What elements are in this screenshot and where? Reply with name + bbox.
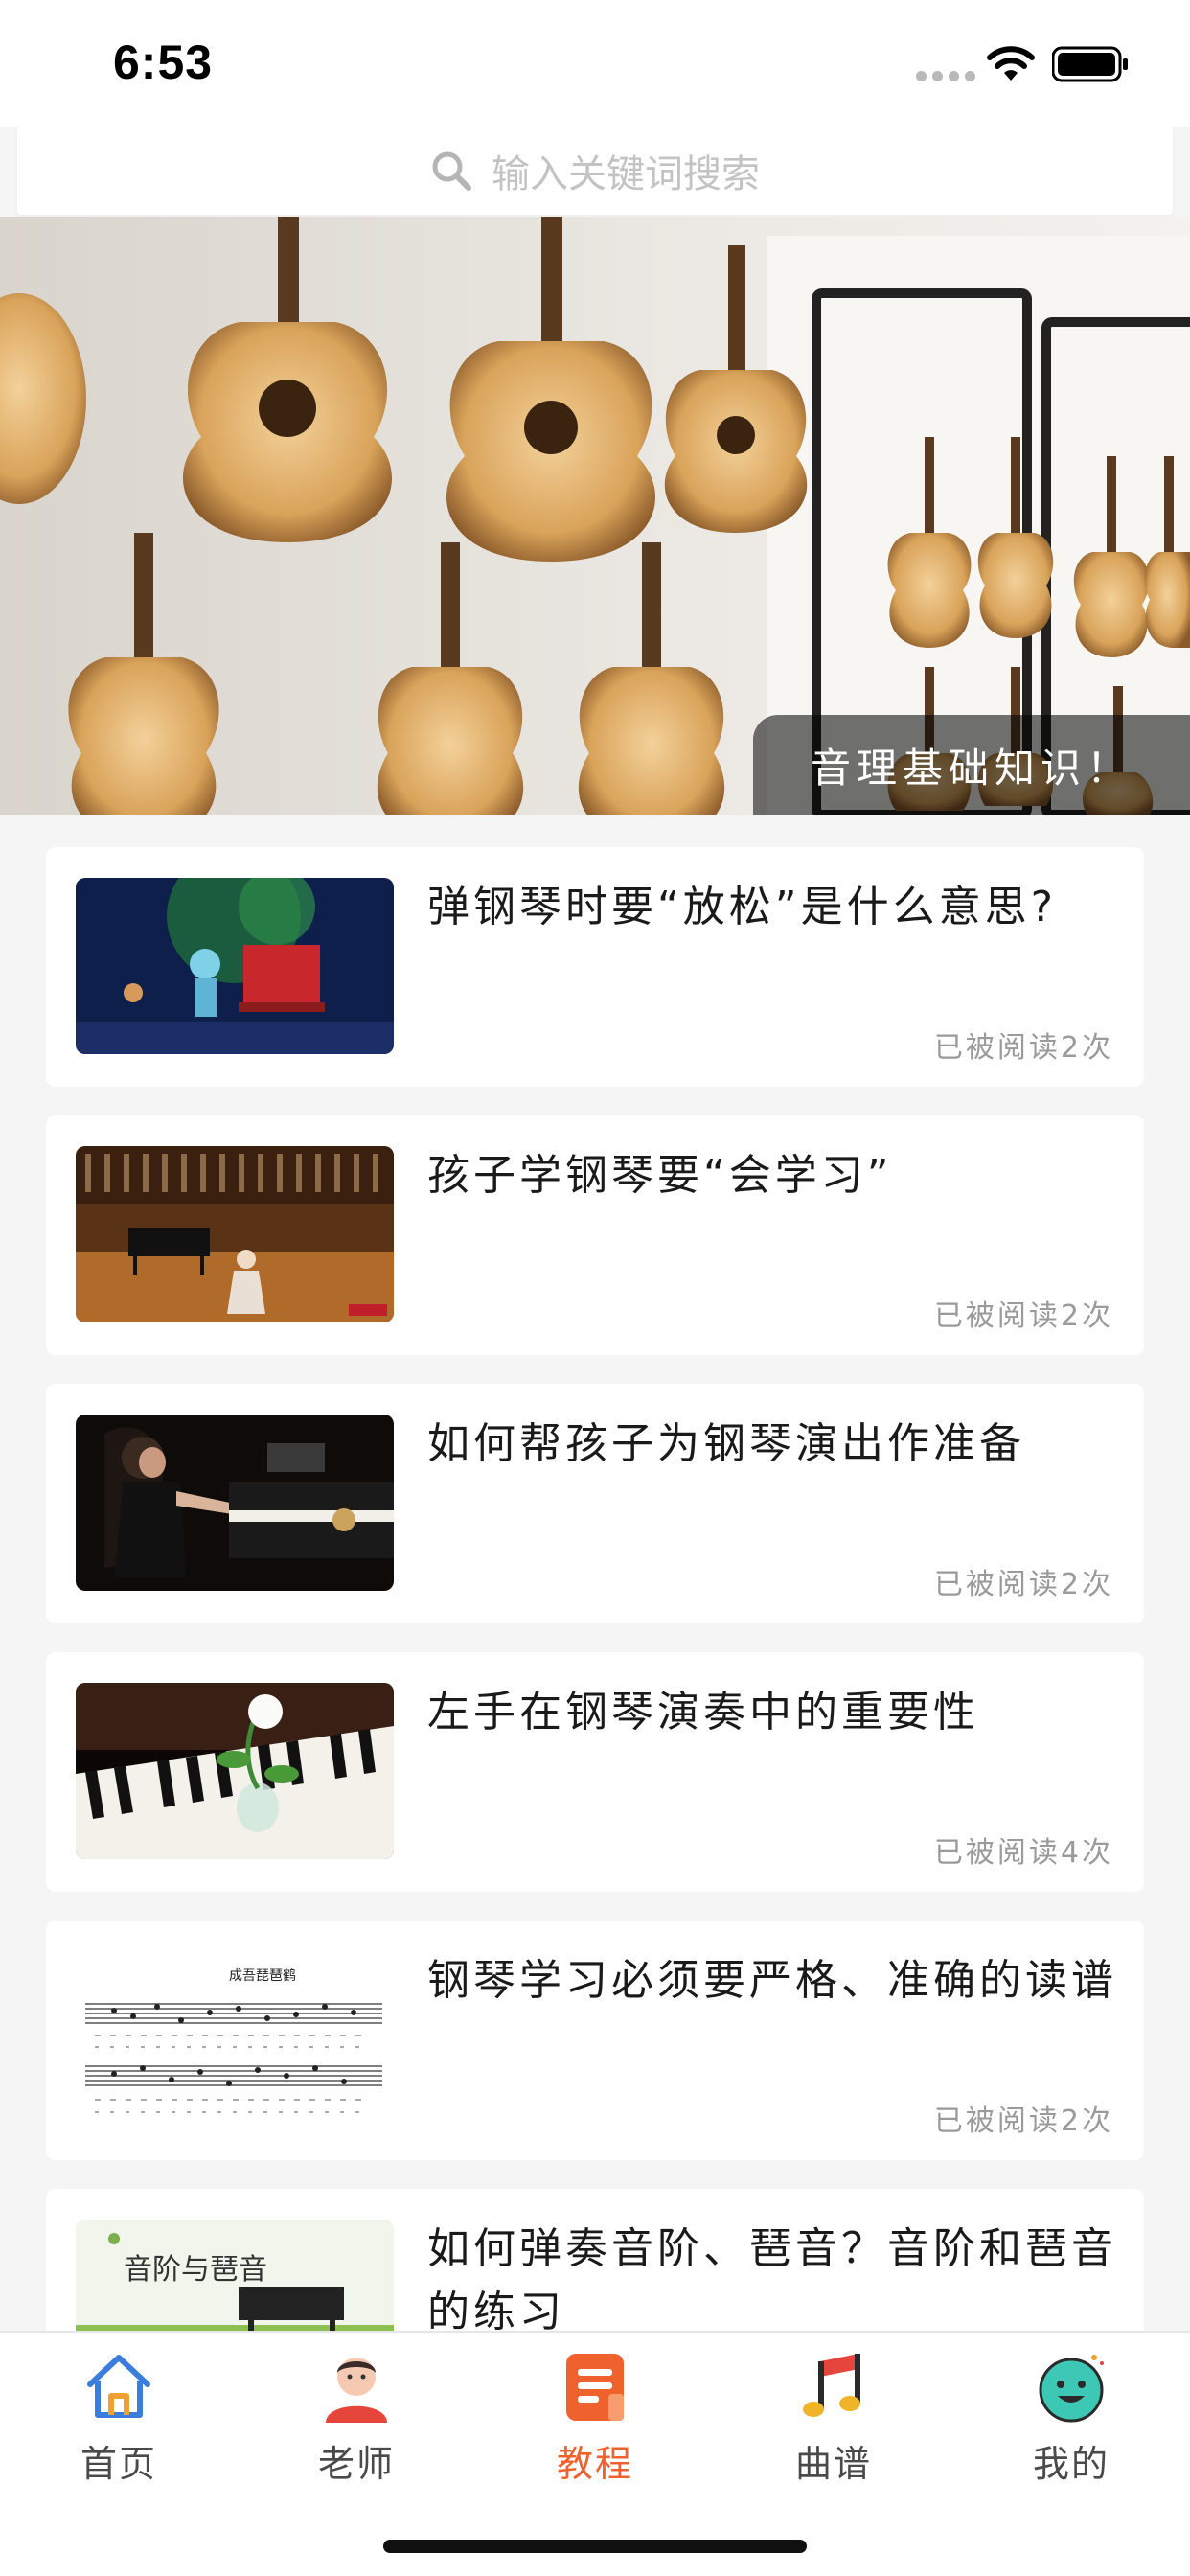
search-placeholder: 输入关键词搜索	[492, 152, 760, 196]
tab-sheet-music[interactable]: 曲谱	[738, 2348, 929, 2511]
article-card[interactable]: 成吾琵琶鹤 钢琴学习必须要严格、准确的读谱 已被阅读2次	[46, 1920, 1144, 2160]
tab-teacher[interactable]: 老师	[261, 2348, 452, 2511]
profile-face-icon	[1039, 2355, 1104, 2423]
bottom-tab-bar: 首页 老师 教程 曲谱 我的	[0, 2331, 1190, 2576]
article-read-count: 已被阅读2次	[933, 1568, 1113, 1601]
cellular-signal-icon	[916, 71, 975, 81]
tutorial-icon	[566, 2354, 624, 2421]
status-bar: 6:53	[0, 0, 1190, 126]
article-title: 孩子学钢琴要“会学习”	[427, 1151, 893, 1200]
article-card[interactable]: 孩子学钢琴要“会学习” 已被阅读2次	[46, 1116, 1144, 1355]
home-indicator[interactable]	[383, 2540, 807, 2553]
wifi-icon	[987, 46, 1035, 80]
article-thumbnail: 成吾琵琶鹤	[76, 1951, 394, 2128]
article-thumbnail	[76, 1146, 394, 1322]
home-icon	[87, 2355, 150, 2418]
app-screen: 6:53 输入关键词搜索 音理基础知识！ 弹钢琴时要“放松”是什么意思? 已被阅…	[0, 0, 1190, 2576]
article-card[interactable]: 弹钢琴时要“放松”是什么意思? 已被阅读2次	[46, 847, 1144, 1087]
tab-label: 老师	[317, 2443, 395, 2485]
article-read-count: 已被阅读4次	[933, 1836, 1113, 1870]
tab-label: 我的	[1032, 2443, 1110, 2485]
article-title: 钢琴学习必须要严格、准确的读谱	[427, 1956, 1117, 2005]
music-note-icon	[803, 2354, 860, 2417]
banner-caption: 音理基础知识！	[753, 715, 1190, 815]
article-title: 如何弹奏音阶、琶音？音阶和琶音的练习	[427, 2224, 1117, 2336]
teacher-icon	[326, 2358, 387, 2423]
sheet-music-title: 成吾琵琶鹤	[229, 1968, 296, 1984]
article-read-count: 已被阅读2次	[933, 1031, 1113, 1065]
status-time: 6:53	[113, 35, 214, 89]
article-thumbnail	[76, 1414, 394, 1591]
search-icon	[432, 151, 471, 191]
article-card[interactable]: 如何帮孩子为钢琴演出作准备 已被阅读2次	[46, 1384, 1144, 1623]
article-read-count: 已被阅读2次	[933, 2104, 1113, 2138]
book-cover-title: 音阶与琶音	[124, 2253, 267, 2287]
search-bar[interactable]: 输入关键词搜索	[17, 126, 1173, 215]
article-thumbnail	[76, 1683, 394, 1859]
tab-tutorial[interactable]: 教程	[499, 2348, 691, 2511]
article-title: 左手在钢琴演奏中的重要性	[427, 1688, 979, 1736]
tab-profile[interactable]: 我的	[975, 2348, 1167, 2511]
article-title: 弹钢琴时要“放松”是什么意思?	[427, 883, 1057, 932]
article-title: 如何帮孩子为钢琴演出作准备	[427, 1419, 1025, 1468]
article-read-count: 已被阅读2次	[933, 1300, 1113, 1333]
tab-label: 首页	[80, 2443, 157, 2485]
article-list: 弹钢琴时要“放松”是什么意思? 已被阅读2次 孩子学钢琴要“会学习” 已被阅读2…	[46, 847, 1144, 2457]
tab-label: 曲谱	[794, 2443, 872, 2485]
article-thumbnail	[76, 878, 394, 1054]
battery-icon	[1052, 46, 1128, 82]
tab-home[interactable]: 首页	[23, 2348, 215, 2511]
banner-carousel[interactable]: 音理基础知识！	[0, 217, 1190, 815]
tab-label: 教程	[556, 2443, 633, 2485]
article-card[interactable]: 左手在钢琴演奏中的重要性 已被阅读4次	[46, 1652, 1144, 1892]
